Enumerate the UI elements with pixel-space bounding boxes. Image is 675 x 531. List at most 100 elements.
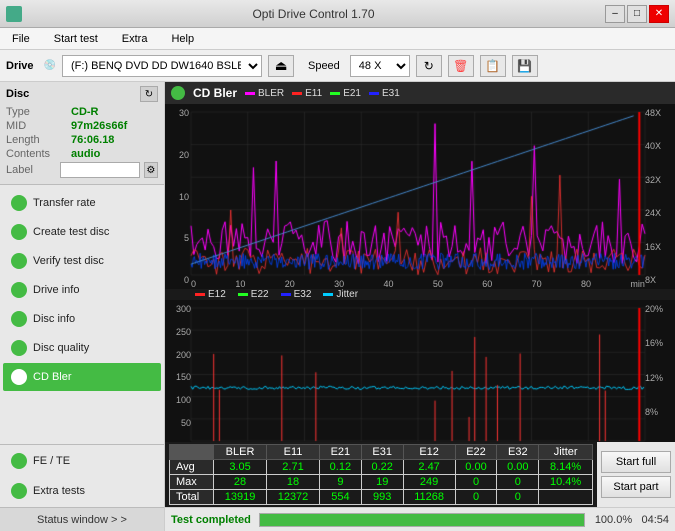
data-section: BLER E11 E21 E31 E12 E22 E32 Jitter Avg [165, 442, 675, 507]
nav-transfer-rate-icon [11, 195, 27, 211]
progress-status-label: Test completed [171, 514, 251, 526]
app-icon [6, 6, 22, 22]
nav-create-test-disc[interactable]: Create test disc [3, 218, 161, 246]
table-row-max: Max 28 18 9 19 249 0 0 10.4% [170, 475, 593, 490]
row-avg-bler: 3.05 [214, 460, 267, 475]
close-button[interactable]: ✕ [649, 5, 669, 23]
legend-e22-color [238, 293, 248, 296]
start-full-button[interactable]: Start full [601, 451, 671, 473]
erase-button[interactable]: 🗑 [448, 55, 474, 77]
legend-bler-label: BLER [258, 88, 284, 99]
nav-verify-test-disc[interactable]: Verify test disc [3, 247, 161, 275]
disc-length-value: 76:06.18 [71, 134, 114, 146]
nav-cd-bler[interactable]: CD Bler [3, 363, 161, 391]
row-total-bler: 13919 [214, 490, 267, 505]
window-title: Opti Drive Control 1.70 [22, 7, 605, 21]
nav-transfer-rate[interactable]: Transfer rate [3, 189, 161, 217]
nav-disc-quality-icon [11, 340, 27, 356]
legend-e21: E21 [330, 88, 361, 99]
col-header-label [170, 445, 214, 460]
legend-jitter: Jitter [323, 289, 358, 300]
disc-label-key: Label [6, 164, 56, 176]
disc-type-row: Type CD-R [6, 106, 158, 118]
col-header-e21: E21 [319, 445, 361, 460]
eject-button[interactable]: ⏏ [268, 55, 294, 77]
disc-contents-value: audio [71, 148, 100, 160]
disc-length-key: Length [6, 134, 71, 146]
nav-disc-info[interactable]: Disc info [3, 305, 161, 333]
drive-select[interactable]: (F:) BENQ DVD DD DW1640 BSLB [62, 55, 262, 77]
nav-cd-bler-label: CD Bler [33, 371, 72, 383]
row-max-e32: 0 [497, 475, 539, 490]
charts-area: 30 20 10 5 0 48X 40X 32X 24X 16X 8X [165, 104, 675, 442]
nav-create-test-disc-label: Create test disc [33, 226, 109, 238]
row-total-e31: 993 [361, 490, 403, 505]
row-total-jitter [539, 490, 593, 505]
copy-button[interactable]: 📋 [480, 55, 506, 77]
legend-e12: E12 [195, 289, 226, 300]
col-header-bler: BLER [214, 445, 267, 460]
legend-e11-label: E11 [305, 88, 322, 99]
legend-e22-label: E22 [251, 289, 269, 300]
disc-type-value: CD-R [71, 106, 99, 118]
drive-label: Drive [6, 60, 34, 72]
legend-e12-color [195, 293, 205, 296]
cd-bler-icon [171, 86, 185, 100]
row-avg-e11: 2.71 [267, 460, 320, 475]
menu-start-test[interactable]: Start test [46, 31, 106, 47]
nav-disc-quality[interactable]: Disc quality [3, 334, 161, 362]
legend-jitter-color [323, 293, 333, 296]
menu-extra[interactable]: Extra [114, 31, 156, 47]
lower-legend: E12 E22 E32 Jitter [165, 289, 675, 300]
sidebar: Disc ↻ Type CD-R MID 97m26s66f Length 76… [0, 82, 165, 531]
nav-verify-test-disc-label: Verify test disc [33, 255, 104, 267]
maximize-button[interactable]: □ [627, 5, 647, 23]
disc-refresh-button[interactable]: ↻ [140, 86, 158, 102]
row-max-e22: 0 [455, 475, 497, 490]
row-avg-label: Avg [170, 460, 214, 475]
main-area: Disc ↻ Type CD-R MID 97m26s66f Length 76… [0, 82, 675, 531]
sidebar-bottom: FE / TE Extra tests Status window > > [0, 444, 164, 531]
chart-title: CD Bler [193, 86, 237, 100]
row-avg-jitter: 8.14% [539, 460, 593, 475]
row-max-jitter: 10.4% [539, 475, 593, 490]
disc-label-input[interactable] [60, 162, 140, 178]
title-bar-left [6, 6, 22, 22]
disc-mid-key: MID [6, 120, 71, 132]
nav-disc-info-icon [11, 311, 27, 327]
lower-chart: 300 250 200 150 100 50 0 20% 16% 12% 8% … [165, 300, 675, 442]
disc-label-row: Label ⚙ [6, 162, 158, 178]
speed-select[interactable]: 48 X [350, 55, 410, 77]
nav-fe-te[interactable]: FE / TE [3, 447, 161, 475]
menu-file[interactable]: File [4, 31, 38, 47]
row-avg-e32: 0.00 [497, 460, 539, 475]
speed-label: Speed [308, 60, 340, 72]
table-row-avg: Avg 3.05 2.71 0.12 0.22 2.47 0.00 0.00 8… [170, 460, 593, 475]
row-avg-e21: 0.12 [319, 460, 361, 475]
col-header-e31: E31 [361, 445, 403, 460]
table-row-total: Total 13919 12372 554 993 11268 0 0 [170, 490, 593, 505]
row-max-e11: 18 [267, 475, 320, 490]
start-part-button[interactable]: Start part [601, 476, 671, 498]
progress-area: Test completed 100.0% 04:54 [165, 507, 675, 531]
refresh-speed-button[interactable]: ↻ [416, 55, 442, 77]
progress-percentage: 100.0% [593, 514, 633, 526]
disc-type-key: Type [6, 106, 71, 118]
disc-label-settings-button[interactable]: ⚙ [144, 162, 158, 178]
legend-e21-color [330, 92, 340, 95]
drive-bar: Drive 💿 (F:) BENQ DVD DD DW1640 BSLB ⏏ S… [0, 50, 675, 82]
row-total-e32: 0 [497, 490, 539, 505]
nav-extra-tests[interactable]: Extra tests [3, 477, 161, 505]
col-header-e12: E12 [403, 445, 455, 460]
legend-e32-color [281, 293, 291, 296]
col-header-e32: E32 [497, 445, 539, 460]
nav-transfer-rate-label: Transfer rate [33, 197, 96, 209]
save-button[interactable]: 💾 [512, 55, 538, 77]
status-window-label: Status window > > [37, 514, 127, 526]
minimize-button[interactable]: – [605, 5, 625, 23]
status-window-button[interactable]: Status window > > [0, 507, 164, 531]
nav-drive-info[interactable]: Drive info [3, 276, 161, 304]
legend-e12-label: E12 [208, 289, 226, 300]
disc-panel: Disc ↻ Type CD-R MID 97m26s66f Length 76… [0, 82, 164, 185]
menu-help[interactable]: Help [163, 31, 202, 47]
